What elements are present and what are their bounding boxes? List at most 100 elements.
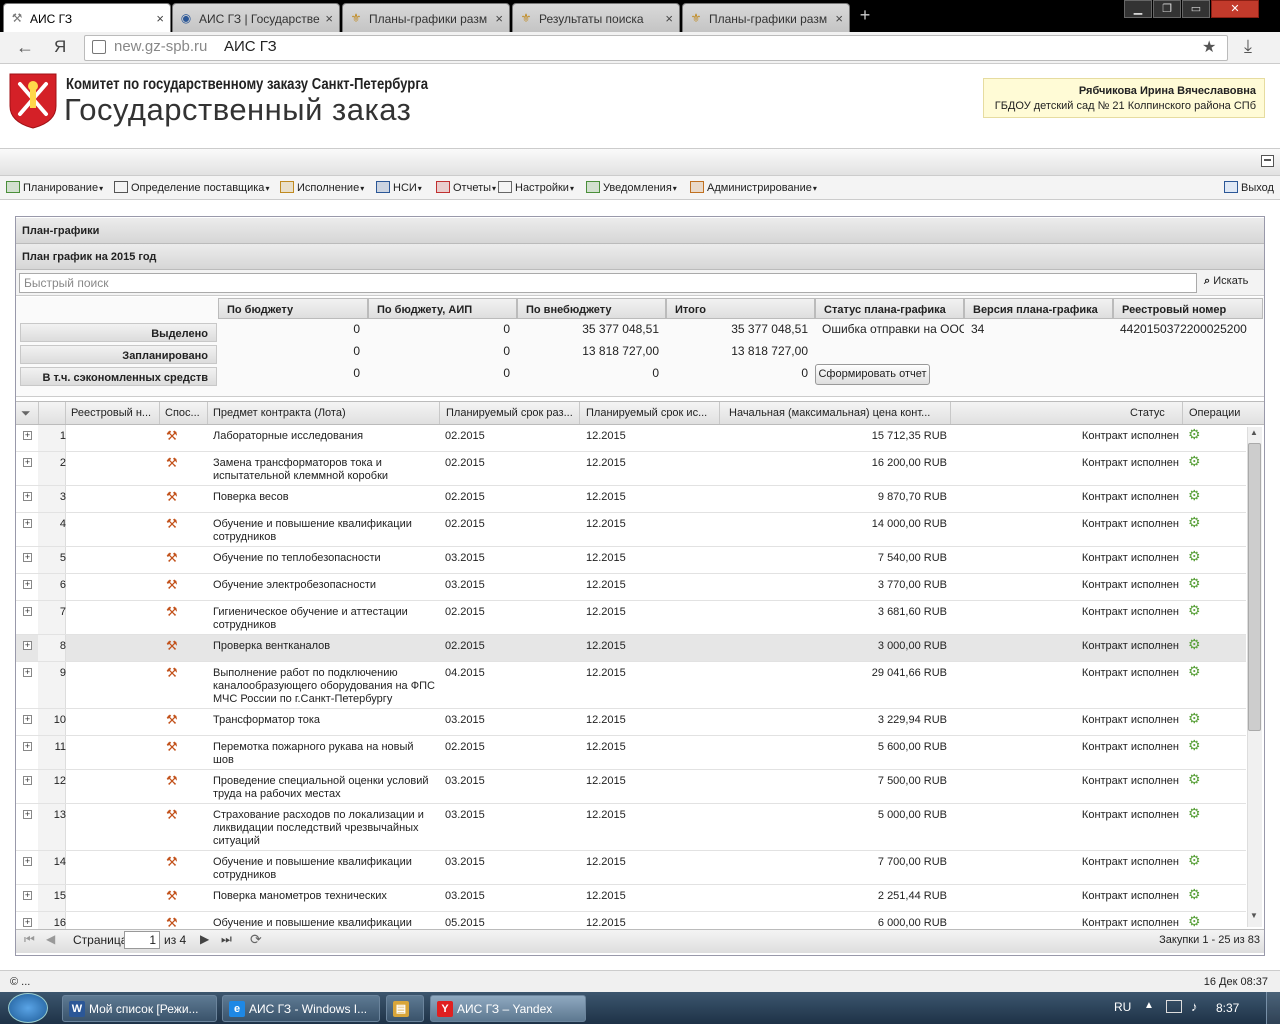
close-window-button[interactable]: ✕	[1211, 0, 1259, 18]
contract-subject[interactable]: Трансформатор тока	[213, 714, 439, 727]
expand-row-icon[interactable]: +	[23, 458, 32, 467]
table-row[interactable]: +6 ⚒ Обучение электробезопасности 03.2015 12…	[16, 574, 1246, 601]
operations-gear-icon[interactable]: ⚙	[1188, 914, 1201, 928]
menu-admin[interactable]: Администрирование▾	[690, 181, 817, 194]
page-number-input[interactable]: 1	[124, 931, 160, 949]
operations-gear-icon[interactable]: ⚙	[1188, 576, 1201, 590]
user-name[interactable]: Рябчикова Ирина Вячеславовна	[984, 84, 1256, 99]
contract-subject[interactable]: Поверка весов	[213, 491, 439, 504]
browser-tab[interactable]: ⚜ Результаты поиска ×	[512, 3, 680, 32]
table-row[interactable]: +9 ⚒ Выполнение работ по подключению канало…	[16, 662, 1246, 709]
expand-row-icon[interactable]: +	[23, 715, 32, 724]
table-row[interactable]: +5 ⚒ Обучение по теплобезопасности 03.2015 1…	[16, 547, 1246, 574]
collapse-header-icon[interactable]	[1261, 155, 1274, 167]
browser-tab[interactable]: ⚜ Планы-графики разм ×	[682, 3, 850, 32]
contract-subject[interactable]: Обучение и повышение квалификации сотрудн…	[213, 518, 439, 544]
filter-icon[interactable]: ⏷	[21, 406, 31, 421]
next-page-icon[interactable]: ▶	[200, 932, 209, 946]
operations-gear-icon[interactable]: ⚙	[1188, 711, 1201, 725]
table-row[interactable]: +3 ⚒ Поверка весов 02.2015 12.2015 9 870,70 R…	[16, 486, 1246, 513]
contract-subject[interactable]: Лабораторные исследования	[213, 430, 439, 443]
bookmark-star-icon[interactable]: ★	[1202, 37, 1216, 57]
maximize-button[interactable]: ▭	[1182, 0, 1210, 18]
new-tab-button[interactable]: +	[853, 6, 877, 26]
table-row[interactable]: +16 ⚒ Обучение и повышение квалификации 05.…	[16, 912, 1246, 929]
yandex-icon[interactable]: Я	[54, 37, 66, 57]
expand-row-icon[interactable]: +	[23, 918, 32, 927]
tab-close-icon[interactable]: ×	[835, 11, 843, 26]
column-header[interactable]: Планируемый срок ис...	[586, 407, 716, 419]
column-header[interactable]: Предмет контракта (Лота)	[213, 407, 433, 419]
contract-subject[interactable]: Поверка манометров технических	[213, 890, 439, 903]
contract-subject[interactable]: Замена трансформаторов тока и испытательн…	[213, 457, 439, 483]
tab-close-icon[interactable]: ×	[156, 11, 164, 26]
clock[interactable]: 8:37	[1216, 1001, 1239, 1015]
contract-subject[interactable]: Перемотка пожарного рукава на новый шов	[213, 741, 439, 767]
operations-gear-icon[interactable]: ⚙	[1188, 853, 1201, 867]
expand-row-icon[interactable]: +	[23, 742, 32, 751]
column-header[interactable]: Планируемый срок раз...	[446, 407, 576, 419]
menu-notification[interactable]: Уведомления▾	[586, 181, 677, 194]
menu-supplier[interactable]: Определение поставщика▾	[114, 181, 269, 194]
expand-row-icon[interactable]: +	[23, 431, 32, 440]
contract-subject[interactable]: Страхование расходов по локализации и лик…	[213, 809, 439, 848]
taskbar-item[interactable]: W Мой список [Режи...	[62, 995, 217, 1022]
table-row[interactable]: +4 ⚒ Обучение и повышение квалификации сотр…	[16, 513, 1246, 547]
network-icon[interactable]	[1166, 1000, 1182, 1013]
volume-icon[interactable]: ♪	[1191, 999, 1198, 1014]
download-icon[interactable]: ⤓	[1244, 36, 1252, 57]
tab-close-icon[interactable]: ×	[495, 11, 503, 26]
table-row[interactable]: +8 ⚒ Проверка вентканалов 02.2015 12.2015 3 0…	[16, 635, 1246, 662]
generate-report-button[interactable]: Сформировать отчет	[815, 364, 930, 385]
table-row[interactable]: +12 ⚒ Проведение специальной оценки услови…	[16, 770, 1246, 804]
refresh-icon[interactable]: ⟳	[250, 931, 262, 948]
scrollbar-thumb[interactable]	[1248, 443, 1261, 731]
operations-gear-icon[interactable]: ⚙	[1188, 488, 1201, 502]
contract-subject[interactable]: Выполнение работ по подключению каналообр…	[213, 667, 439, 706]
first-page-icon[interactable]: ⏮	[24, 932, 35, 947]
table-row[interactable]: +10 ⚒ Трансформатор тока 03.2015 12.2015 3 22…	[16, 709, 1246, 736]
operations-gear-icon[interactable]: ⚙	[1188, 772, 1201, 786]
taskbar-item[interactable]: Y АИС ГЗ – Yandex	[430, 995, 586, 1022]
restore-button[interactable]: ❐	[1153, 0, 1181, 18]
column-header[interactable]: Статус	[1130, 407, 1170, 419]
menu-planning[interactable]: Планирование▾	[6, 181, 103, 194]
taskbar-item[interactable]: e АИС ГЗ - Windows I...	[222, 995, 380, 1022]
operations-gear-icon[interactable]: ⚙	[1188, 454, 1201, 468]
contract-subject[interactable]: Обучение и повышение квалификации сотрудн…	[213, 856, 439, 882]
expand-row-icon[interactable]: +	[23, 891, 32, 900]
start-button[interactable]	[8, 993, 48, 1023]
table-row[interactable]: +2 ⚒ Замена трансформаторов тока и испытате…	[16, 452, 1246, 486]
expand-row-icon[interactable]: +	[23, 776, 32, 785]
contract-subject[interactable]: Проведение специальной оценки условий тру…	[213, 775, 439, 801]
contract-subject[interactable]: Обучение и повышение квалификации	[213, 917, 439, 929]
expand-row-icon[interactable]: +	[23, 580, 32, 589]
table-row[interactable]: +15 ⚒ Поверка манометров технических 03.201…	[16, 885, 1246, 912]
quick-search-input[interactable]: Быстрый поиск	[19, 273, 1197, 293]
operations-gear-icon[interactable]: ⚙	[1188, 738, 1201, 752]
menu-wrench[interactable]: Настройки▾	[498, 181, 574, 194]
table-row[interactable]: +13 ⚒ Страхование расходов по локализации …	[16, 804, 1246, 851]
scroll-down-icon[interactable]: ▼	[1250, 911, 1258, 920]
expand-row-icon[interactable]: +	[23, 607, 32, 616]
operations-gear-icon[interactable]: ⚙	[1188, 603, 1201, 617]
expand-row-icon[interactable]: +	[23, 492, 32, 501]
expand-row-icon[interactable]: +	[23, 857, 32, 866]
operations-gear-icon[interactable]: ⚙	[1188, 427, 1201, 441]
table-row[interactable]: +7 ⚒ Гигиеническое обучение и аттестации со…	[16, 601, 1246, 635]
tab-close-icon[interactable]: ×	[665, 11, 673, 26]
operations-gear-icon[interactable]: ⚙	[1188, 806, 1201, 820]
menu-book[interactable]: НСИ▾	[376, 181, 422, 194]
language-indicator[interactable]: RU	[1114, 1000, 1131, 1014]
column-header[interactable]: Реестровый н...	[71, 407, 157, 419]
menu-execution[interactable]: Исполнение▾	[280, 181, 364, 194]
contract-subject[interactable]: Обучение электробезопасности	[213, 579, 439, 592]
spb-coat-of-arms-logo[interactable]	[8, 72, 58, 130]
taskbar-item[interactable]: ▤	[386, 995, 424, 1022]
browser-tab[interactable]: ⚜ Планы-графики разм ×	[342, 3, 510, 32]
show-desktop-button[interactable]	[1266, 992, 1280, 1024]
scroll-up-icon[interactable]: ▲	[1250, 428, 1258, 437]
search-button[interactable]: ⌕ Искать	[1204, 275, 1248, 288]
expand-row-icon[interactable]: +	[23, 519, 32, 528]
tab-close-icon[interactable]: ×	[325, 11, 333, 26]
